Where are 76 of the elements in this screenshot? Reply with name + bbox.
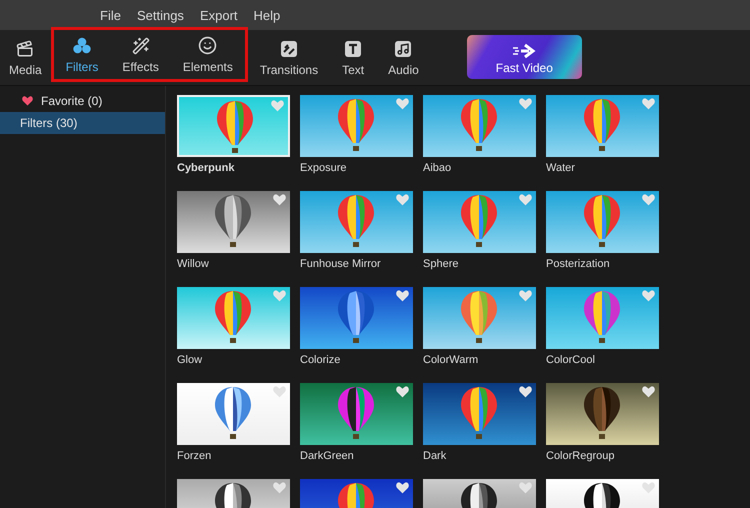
filter-thumbnail[interactable]: [546, 287, 659, 349]
filter-thumbnail[interactable]: [423, 383, 536, 445]
balloon-icon: [336, 386, 376, 442]
balloon-icon: [336, 290, 376, 346]
filter-thumbnail[interactable]: [546, 191, 659, 253]
balloon-icon: [459, 194, 499, 250]
toolbar-tab[interactable]: Effects: [110, 30, 171, 79]
filter-name: Colorize: [300, 354, 342, 366]
heart-icon[interactable]: [396, 386, 409, 398]
filter-thumbnail[interactable]: [177, 95, 290, 157]
balloon-icon: [459, 290, 499, 346]
filter-name: ColorCool: [546, 354, 596, 366]
filter-name: Willow: [177, 258, 210, 270]
sidebar-item[interactable]: Filters (30): [0, 112, 165, 134]
balloon-icon: [213, 386, 253, 442]
sidebar-item[interactable]: Favorite (0): [0, 90, 165, 112]
balloon-icon: [215, 100, 255, 156]
smiley-icon: [198, 36, 218, 56]
filter-thumbnail[interactable]: [300, 383, 413, 445]
transition-icon: [278, 38, 299, 58]
balloon-icon: [213, 194, 253, 250]
balloon-icon: [582, 386, 622, 442]
filter-thumbnail[interactable]: [300, 95, 413, 157]
fast-video-button[interactable]: Fast Video: [466, 35, 582, 79]
heart-icon[interactable]: [519, 386, 532, 398]
balloon-icon: [582, 194, 622, 250]
heart-icon[interactable]: [396, 290, 409, 302]
filter-name: Posterization: [546, 258, 611, 270]
toolbar-tab[interactable]: Media: [0, 30, 51, 85]
toolbar-tab[interactable]: Audio: [376, 30, 431, 85]
filter-thumbnail[interactable]: [177, 191, 290, 253]
balloon-icon: [459, 386, 499, 442]
filter-thumbnail[interactable]: [177, 383, 290, 445]
filter-name: Dark: [423, 450, 448, 462]
toolbar-tab[interactable]: Elements: [170, 30, 245, 79]
filter-name: Glow: [177, 354, 204, 366]
circles-icon: [72, 36, 92, 56]
toolbar-tab[interactable]: Transitions: [248, 30, 330, 85]
filter-name: Aibao: [423, 162, 452, 174]
balloon-icon: [336, 194, 376, 250]
balloon-icon: [336, 98, 376, 154]
filter-thumbnail[interactable]: [300, 191, 413, 253]
toolbar-tab[interactable]: Text: [330, 30, 376, 85]
filter-name: ColorWarm: [423, 354, 480, 366]
filter-name: Forzen: [177, 450, 212, 462]
arrow-icon: [511, 43, 538, 59]
magic-wand-icon: [130, 36, 151, 56]
balloon-icon: [459, 98, 499, 154]
filter-thumbnail[interactable]: [177, 287, 290, 349]
menu-item[interactable]: Help: [254, 8, 280, 22]
balloon-icon: [582, 98, 622, 154]
filter-name: Water: [546, 162, 576, 174]
clapperboard-icon: [15, 38, 36, 58]
music-note-icon: [393, 38, 414, 58]
text-icon: [343, 38, 364, 58]
filter-name: DarkGreen: [300, 450, 355, 462]
filter-thumbnail[interactable]: [423, 95, 536, 157]
balloon-icon: [213, 290, 253, 346]
menu-item[interactable]: Settings: [136, 8, 184, 22]
menu-item[interactable]: Export: [200, 8, 238, 22]
filter-thumbnail[interactable]: [423, 287, 536, 349]
filter-name: Funhouse Mirror: [300, 258, 382, 270]
toolbar-tab[interactable]: Filters: [54, 30, 110, 79]
filter-name: ColorRegroup: [546, 450, 616, 462]
filter-name: Exposure: [300, 162, 348, 174]
filter-name: Cyberpunk: [177, 162, 236, 174]
filter-name: Sphere: [423, 258, 460, 270]
filter-thumbnail[interactable]: [546, 95, 659, 157]
heart-icon[interactable]: [642, 386, 655, 398]
balloon-icon: [582, 290, 622, 346]
menu-item[interactable]: File: [100, 8, 121, 22]
heart-icon[interactable]: [396, 482, 409, 494]
filter-thumbnail[interactable]: [300, 287, 413, 349]
filter-thumbnail[interactable]: [423, 191, 536, 253]
filter-thumbnail[interactable]: [546, 383, 659, 445]
heart-icon: [22, 96, 33, 106]
